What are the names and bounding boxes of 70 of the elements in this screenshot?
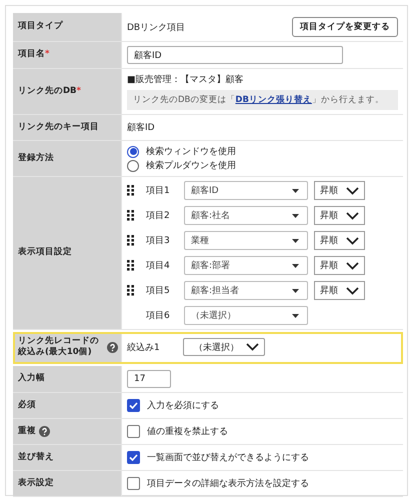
field-label: 並び替え [18, 452, 54, 464]
filter-label: 絞込み1 [127, 342, 161, 354]
checkbox[interactable] [127, 398, 140, 412]
item-select[interactable]: 顧客:部署 [184, 256, 308, 275]
width-input-field[interactable]: 17 [127, 370, 171, 388]
field-label: 項目名* [18, 49, 50, 61]
checkbox[interactable] [127, 450, 140, 464]
checkbox[interactable] [127, 476, 140, 490]
radio-label[interactable]: 検索ウィンドウを使用 [146, 145, 236, 158]
item-label: 項目2 [146, 210, 171, 222]
drag-handle-icon[interactable] [127, 285, 134, 296]
checkbox-label[interactable]: 一覧画面で並び替えができるようにする [147, 450, 309, 464]
field-label: 入力幅 [18, 373, 45, 385]
info-note: リンク先のDBの変更は「DBリンク張り替え」から行えます。 [127, 90, 398, 110]
drag-handle-icon[interactable] [127, 210, 134, 221]
chevron-icon [346, 286, 359, 294]
change-type-button[interactable]: 項目タイプを変更する [292, 17, 398, 37]
item-select[interactable]: 顧客ID [184, 181, 308, 200]
item-select[interactable]: 顧客:担当者 [184, 281, 308, 300]
item-label: 項目5 [146, 285, 171, 297]
checkbox-label[interactable]: 項目データの詳細な表示方法を設定する [147, 476, 309, 490]
field-label: 重複 [18, 426, 36, 438]
relink-link[interactable]: DBリンク張り替え [235, 95, 312, 105]
drag-handle-icon[interactable] [127, 235, 134, 246]
item-label: 項目3 [146, 235, 171, 247]
caret-icon [292, 288, 299, 292]
drag-handle-icon[interactable] [127, 185, 134, 196]
caret-icon [292, 238, 299, 242]
item-label: 項目6 [146, 310, 171, 322]
chevron-icon [246, 343, 259, 352]
order-select[interactable]: 昇順 [314, 181, 365, 200]
caret-icon [292, 264, 299, 268]
drag-handle-icon[interactable] [127, 260, 134, 271]
chevron-icon [346, 186, 359, 194]
order-select[interactable]: 昇順 [314, 206, 365, 225]
field-label: 必須 [18, 400, 36, 412]
field-label: リンク先のキー項目 [18, 122, 99, 134]
field-label: リンク先のDB* [18, 86, 81, 98]
item-select[interactable]: 業種 [184, 231, 308, 250]
chevron-icon [346, 212, 359, 220]
order-select[interactable]: 昇順 [314, 281, 365, 300]
field-label: 表示項目設定 [18, 247, 72, 259]
help-icon[interactable] [39, 426, 50, 437]
item-label: 項目4 [146, 260, 171, 272]
help-icon[interactable] [107, 342, 118, 353]
field-label: リンク先レコードの絞込み(最大10個) [18, 336, 100, 359]
checkbox-label[interactable]: 入力を必須にする [147, 398, 219, 412]
field-label: 登録方法 [18, 152, 54, 164]
field-value: 顧客ID [127, 122, 155, 134]
field-label: 表示設定 [18, 478, 54, 490]
radio-button[interactable] [127, 146, 139, 158]
caret-icon [292, 214, 299, 218]
radio-label[interactable]: 検索プルダウンを使用 [146, 159, 236, 172]
caret-icon [292, 188, 299, 192]
name-input-field[interactable]: 顧客ID [127, 46, 343, 64]
checkbox-label[interactable]: 値の重複を禁止する [147, 424, 228, 438]
item-select[interactable]: 顧客:社名 [184, 206, 308, 225]
field-value: ■販売管理：【マスタ】顧客 [127, 74, 245, 86]
order-select[interactable]: 昇順 [314, 256, 365, 275]
chevron-icon [346, 262, 359, 270]
chevron-icon [346, 236, 359, 244]
caret-icon [292, 314, 299, 318]
field-label: 項目タイプ [18, 21, 63, 33]
radio-button[interactable] [127, 160, 139, 172]
item-label: 項目1 [146, 185, 171, 197]
filter-select[interactable]: （未選択） [183, 338, 265, 356]
item-select[interactable]: （未選択） [184, 306, 308, 325]
field-value: DBリンク項目 [127, 22, 186, 34]
checkbox[interactable] [127, 424, 140, 438]
order-select[interactable]: 昇順 [314, 231, 365, 250]
